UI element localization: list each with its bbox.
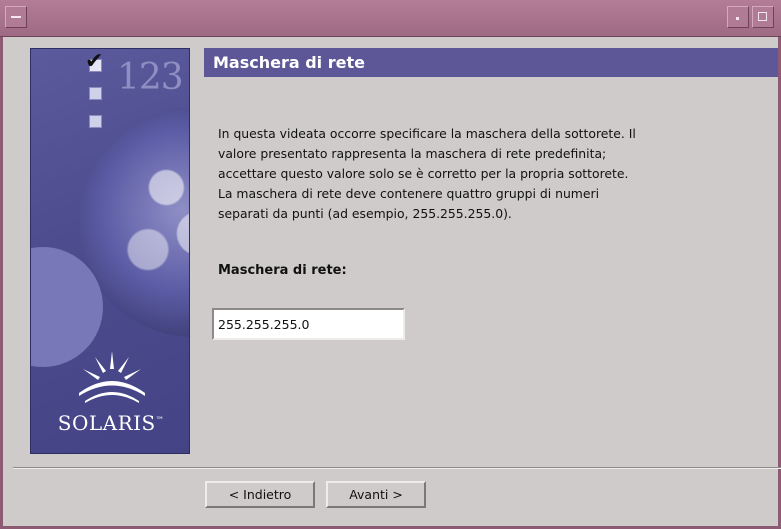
window-menu-icon[interactable] xyxy=(5,6,27,28)
page-title: Maschera di rete xyxy=(213,53,365,72)
instructions-line: In questa videata occorre specificare la… xyxy=(218,126,636,141)
solaris-brand: SOLARIS™ xyxy=(31,411,189,435)
side-panel-graphic: 123 ✔ SOLARIS™ xyxy=(30,48,190,454)
checkbox-icon xyxy=(89,115,102,128)
instructions-line: valore presentato rappresenta la mascher… xyxy=(218,146,607,161)
instructions-text: In questa videata occorre specificare la… xyxy=(218,124,768,224)
back-button[interactable]: < Indietro xyxy=(205,481,315,508)
netmask-label: Maschera di rete: xyxy=(218,263,347,278)
netmask-input[interactable] xyxy=(212,308,405,340)
installer-window: 123 ✔ SOLARIS™ Maschera di rete In quest… xyxy=(0,0,781,529)
brand-text: SOLARIS xyxy=(57,411,156,435)
minimize-icon[interactable] xyxy=(727,6,749,28)
instructions-line: accettare questo valore solo se è corret… xyxy=(218,166,629,181)
checkmark-icon: ✔ xyxy=(85,49,104,74)
sun-logo-icon xyxy=(79,351,145,403)
step-number: 123 xyxy=(117,57,184,98)
maximize-icon[interactable] xyxy=(752,6,774,28)
trademark-mark: ™ xyxy=(155,415,165,425)
page-header: Maschera di rete xyxy=(204,48,778,77)
button-separator xyxy=(13,467,781,469)
next-button[interactable]: Avanti > xyxy=(326,481,426,508)
checkbox-icon xyxy=(89,87,102,100)
title-bar[interactable] xyxy=(0,0,781,37)
instructions-line: La maschera di rete deve contenere quatt… xyxy=(218,186,600,201)
instructions-line: separati da punti (ad esempio, 255.255.2… xyxy=(218,206,512,221)
